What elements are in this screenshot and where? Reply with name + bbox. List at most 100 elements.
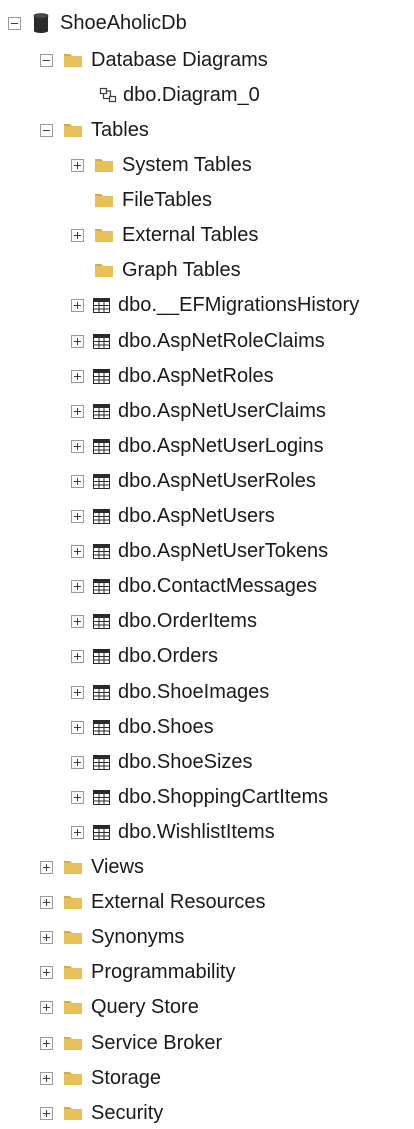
folder-label: External Tables	[122, 223, 259, 246]
tree-node-db-folder[interactable]: Storage	[40, 1061, 161, 1095]
folder-icon	[63, 929, 83, 945]
expand-toggle[interactable]	[40, 930, 53, 944]
expand-toggle[interactable]	[71, 228, 84, 242]
tree-node-table[interactable]: dbo.ShoppingCartItems	[71, 780, 328, 814]
tree-node-table[interactable]: dbo.AspNetUsers	[71, 499, 275, 533]
tree-node-db-folder[interactable]: Service Broker	[40, 1026, 222, 1060]
tree-node-db-folder[interactable]: Security	[40, 1096, 163, 1129]
expand-toggle[interactable]	[71, 720, 84, 734]
tree-node-table[interactable]: dbo.ShoeSizes	[71, 745, 253, 779]
tree-node-tables[interactable]: Tables	[40, 113, 149, 147]
folder-icon	[63, 52, 83, 68]
tree-node-table[interactable]: dbo.Orders	[71, 639, 218, 673]
tree-node-table[interactable]: dbo.AspNetUserTokens	[71, 534, 328, 568]
expand-toggle[interactable]	[71, 755, 84, 769]
tree-node-table[interactable]: dbo.WishlistItems	[71, 815, 275, 849]
tree-node-database[interactable]: ShoeAholicDb	[8, 6, 187, 40]
collapse-toggle[interactable]	[40, 53, 53, 67]
tree-node-table[interactable]: dbo.AspNetRoleClaims	[71, 324, 325, 358]
expand-toggle[interactable]	[71, 614, 84, 628]
expand-toggle[interactable]	[71, 790, 84, 804]
diagram-label: dbo.Diagram_0	[123, 83, 260, 106]
folder-label: Programmability	[91, 960, 236, 983]
object-explorer-tree: ShoeAholicDb Database Diagrams dbo.Diagr…	[0, 0, 414, 1129]
tree-node-db-folder[interactable]: Query Store	[40, 990, 199, 1024]
tree-node-db-folder[interactable]: Programmability	[40, 955, 235, 989]
table-icon	[93, 473, 110, 489]
tree-node-table-folder[interactable]: Graph Tables	[71, 253, 241, 287]
expand-toggle[interactable]	[71, 404, 84, 418]
tree-node-table[interactable]: dbo.Shoes	[71, 710, 214, 744]
tree-node-table-folder[interactable]: System Tables	[71, 148, 252, 182]
tree-node-table[interactable]: dbo.__EFMigrationsHistory	[71, 288, 359, 322]
table-icon	[93, 297, 110, 313]
database-icon	[33, 13, 49, 33]
table-icon	[93, 684, 110, 700]
tree-node-table[interactable]: dbo.AspNetRoles	[71, 359, 274, 393]
table-label: dbo.AspNetRoles	[118, 364, 274, 387]
expand-toggle[interactable]	[71, 369, 84, 383]
table-icon	[93, 543, 110, 559]
expand-toggle[interactable]	[71, 685, 84, 699]
table-label: dbo.ContactMessages	[118, 574, 318, 597]
table-label: dbo.AspNetUserLogins	[118, 434, 324, 457]
tree-node-db-folder[interactable]: Views	[40, 850, 144, 884]
expand-toggle[interactable]	[71, 298, 84, 312]
expand-toggle[interactable]	[71, 474, 84, 488]
table-label: dbo.ShoeImages	[118, 680, 270, 703]
folder-label: Query Store	[91, 995, 199, 1018]
tree-node-table[interactable]: dbo.AspNetUserLogins	[71, 429, 324, 463]
collapse-toggle[interactable]	[8, 16, 21, 30]
collapse-toggle[interactable]	[40, 123, 53, 137]
expand-toggle[interactable]	[71, 334, 84, 348]
tree-node-table[interactable]: dbo.ContactMessages	[71, 569, 317, 603]
expand-toggle[interactable]	[40, 1000, 53, 1014]
toggle-spacer	[71, 194, 84, 207]
folder-icon	[63, 964, 83, 980]
tree-node-table[interactable]: dbo.ShoeImages	[71, 675, 269, 709]
expand-toggle[interactable]	[71, 649, 84, 663]
table-label: dbo.AspNetRoleClaims	[118, 329, 325, 352]
folder-icon	[94, 227, 114, 243]
tree-node-table-folder[interactable]: FileTables	[71, 183, 212, 217]
tree-node-table[interactable]: dbo.AspNetUserClaims	[71, 394, 326, 428]
table-icon	[93, 613, 110, 629]
table-icon	[93, 578, 110, 594]
expand-toggle[interactable]	[71, 825, 84, 839]
toggle-spacer	[71, 264, 84, 277]
folder-icon	[94, 192, 114, 208]
expand-toggle[interactable]	[71, 158, 84, 172]
table-icon	[93, 368, 110, 384]
expand-toggle[interactable]	[40, 1106, 53, 1120]
folder-label: System Tables	[122, 153, 252, 176]
tree-node-table[interactable]: dbo.AspNetUserRoles	[71, 464, 316, 498]
expand-toggle[interactable]	[40, 1036, 53, 1050]
expand-toggle[interactable]	[71, 509, 84, 523]
table-icon	[93, 648, 110, 664]
tree-node-diagram[interactable]: dbo.Diagram_0	[99, 78, 260, 112]
table-label: dbo.OrderItems	[118, 609, 257, 632]
folder-label: Security	[91, 1101, 164, 1124]
table-label: dbo.__EFMigrationsHistory	[118, 293, 360, 316]
folder-label: Tables	[91, 118, 149, 141]
table-icon	[93, 508, 110, 524]
folder-label: Synonyms	[91, 925, 185, 948]
expand-toggle[interactable]	[71, 579, 84, 593]
folder-icon	[63, 894, 83, 910]
expand-toggle[interactable]	[40, 860, 53, 874]
expand-toggle[interactable]	[40, 965, 53, 979]
tree-node-database-diagrams[interactable]: Database Diagrams	[40, 43, 268, 77]
expand-toggle[interactable]	[71, 544, 84, 558]
folder-label: Database Diagrams	[91, 48, 268, 71]
tree-node-db-folder[interactable]: Synonyms	[40, 920, 184, 954]
expand-toggle[interactable]	[40, 1071, 53, 1085]
expand-toggle[interactable]	[40, 895, 53, 909]
tree-node-table-folder[interactable]: External Tables	[71, 218, 258, 252]
expand-toggle[interactable]	[71, 439, 84, 453]
folder-icon	[63, 859, 83, 875]
tree-node-db-folder[interactable]: External Resources	[40, 885, 266, 919]
database-name-label: ShoeAholicDb	[60, 11, 187, 34]
folder-label: External Resources	[91, 890, 266, 913]
folder-label: Graph Tables	[122, 258, 241, 281]
tree-node-table[interactable]: dbo.OrderItems	[71, 604, 257, 638]
